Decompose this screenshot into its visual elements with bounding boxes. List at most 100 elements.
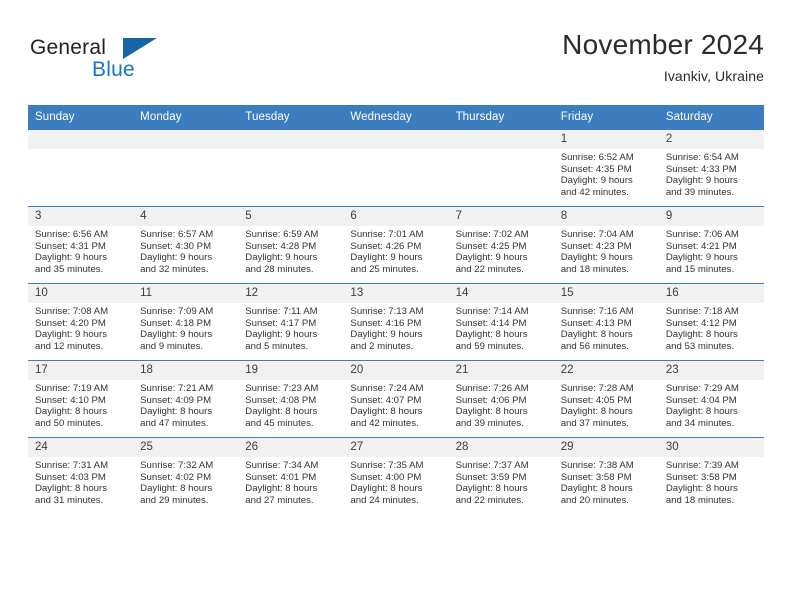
weekday-header-tuesday: Tuesday xyxy=(238,105,344,130)
calendar-day-cell[interactable]: 3 Sunrise: 6:56 AM Sunset: 4:31 PM Daylight… xyxy=(28,206,134,284)
calendar-day-cell[interactable]: 16 Sunrise: 7:18 AM Sunset: 4:12 PM Dayligh… xyxy=(658,283,764,361)
day-info-line: Daylight: 8 hours xyxy=(665,483,738,495)
day-number: 1 xyxy=(553,130,659,149)
day-number: 30 xyxy=(658,438,764,457)
calendar-day-cell[interactable]: 29 Sunrise: 7:38 AM Sunset: 3:58 PM Dayligh… xyxy=(553,437,659,514)
day-number: 3 xyxy=(28,207,134,226)
day-number: 9 xyxy=(658,207,764,226)
day-sun-info: Sunrise: 7:23 AM Sunset: 4:08 PM Daylight:… xyxy=(238,380,343,429)
calendar-day-cell[interactable]: 5 Sunrise: 6:59 AM Sunset: 4:28 PM Daylight… xyxy=(238,206,344,284)
day-info-line: Sunset: 3:58 PM xyxy=(560,471,632,483)
day-box: 11 Sunrise: 7:09 AM Sunset: 4:18 PM Dayligh… xyxy=(133,284,239,360)
day-info-line: and 27 minutes. xyxy=(245,494,314,506)
calendar-day-cell[interactable]: 13 Sunrise: 7:13 AM Sunset: 4:16 PM Dayligh… xyxy=(343,283,449,361)
day-box: 1 Sunrise: 6:52 AM Sunset: 4:35 PM Daylight… xyxy=(553,130,659,206)
calendar-day-cell[interactable]: 25 Sunrise: 7:32 AM Sunset: 4:02 PM Dayligh… xyxy=(133,437,239,514)
calendar-day-cell[interactable]: 2 Sunrise: 6:54 AM Sunset: 4:33 PM Daylight… xyxy=(658,129,764,207)
day-info-line: Sunset: 4:33 PM xyxy=(665,163,737,175)
day-number: 16 xyxy=(658,284,764,303)
day-box: 27 Sunrise: 7:35 AM Sunset: 4:00 PM Dayligh… xyxy=(343,438,449,514)
day-info-line: Daylight: 9 hours xyxy=(35,329,107,341)
day-info-line: Sunset: 4:00 PM xyxy=(350,471,422,483)
day-info-line: Sunrise: 6:52 AM xyxy=(560,152,634,163)
calendar-day-cell[interactable]: 23 Sunrise: 7:29 AM Sunset: 4:04 PM Dayligh… xyxy=(658,360,764,438)
calendar-day-cell[interactable]: 18 Sunrise: 7:21 AM Sunset: 4:09 PM Dayligh… xyxy=(133,360,239,438)
day-info-line: Sunset: 4:07 PM xyxy=(350,394,422,406)
day-number: 6 xyxy=(343,207,449,226)
calendar-day-cell[interactable]: 14 Sunrise: 7:14 AM Sunset: 4:14 PM Dayligh… xyxy=(448,283,554,361)
day-info-line: Sunrise: 7:24 AM xyxy=(350,383,424,394)
calendar-day-cell[interactable]: 30 Sunrise: 7:39 AM Sunset: 3:58 PM Dayligh… xyxy=(658,437,764,514)
calendar-day-cell[interactable]: 6 Sunrise: 7:01 AM Sunset: 4:26 PM Daylight… xyxy=(343,206,449,284)
calendar-day-cell[interactable]: 4 Sunrise: 6:57 AM Sunset: 4:30 PM Daylight… xyxy=(133,206,239,284)
day-sun-info: Sunrise: 7:09 AM Sunset: 4:18 PM Daylight:… xyxy=(133,303,238,352)
calendar-day-cell[interactable]: 1 Sunrise: 6:52 AM Sunset: 4:35 PM Daylight… xyxy=(553,129,659,207)
day-info-line: Sunrise: 7:14 AM xyxy=(455,306,529,317)
day-info-line: Sunrise: 7:39 AM xyxy=(665,460,739,471)
day-info-line: Daylight: 8 hours xyxy=(140,483,213,495)
day-info-line: Daylight: 8 hours xyxy=(665,329,738,341)
calendar-day-cell[interactable]: 21 Sunrise: 7:26 AM Sunset: 4:06 PM Dayligh… xyxy=(448,360,554,438)
calendar-day-cell[interactable]: 17 Sunrise: 7:19 AM Sunset: 4:10 PM Dayligh… xyxy=(28,360,134,438)
day-info-line: Sunset: 4:01 PM xyxy=(245,471,317,483)
calendar-day-cell[interactable]: 20 Sunrise: 7:24 AM Sunset: 4:07 PM Dayligh… xyxy=(343,360,449,438)
day-sun-info: Sunrise: 7:29 AM Sunset: 4:04 PM Daylight:… xyxy=(659,380,764,429)
sunrise-sunset-calendar: Sunday Monday Tuesday Wednesday Thursday Frid… xyxy=(28,105,764,514)
day-box xyxy=(448,130,554,206)
day-box: 26 Sunrise: 7:34 AM Sunset: 4:01 PM Dayligh… xyxy=(238,438,344,514)
calendar-day-cell[interactable]: 15 Sunrise: 7:16 AM Sunset: 4:13 PM Dayligh… xyxy=(553,283,659,361)
day-number: 2 xyxy=(658,130,764,149)
calendar-day-cell[interactable]: 19 Sunrise: 7:23 AM Sunset: 4:08 PM Dayligh… xyxy=(238,360,344,438)
calendar-day-cell[interactable]: 11 Sunrise: 7:09 AM Sunset: 4:18 PM Dayligh… xyxy=(133,283,239,361)
day-sun-info xyxy=(343,149,448,152)
day-info-line: and 42 minutes. xyxy=(350,417,419,429)
day-info-line: and 28 minutes. xyxy=(245,263,314,275)
day-info-line: Daylight: 9 hours xyxy=(665,252,738,264)
day-box: 2 Sunrise: 6:54 AM Sunset: 4:33 PM Daylight… xyxy=(658,130,764,206)
day-info-line: Daylight: 8 hours xyxy=(560,329,633,341)
calendar-day-cell-empty xyxy=(448,129,554,207)
day-box: 8 Sunrise: 7:04 AM Sunset: 4:23 PM Daylight… xyxy=(553,207,659,283)
day-info-line: Daylight: 9 hours xyxy=(560,175,633,187)
day-info-line: Sunrise: 7:28 AM xyxy=(560,383,634,394)
day-info-line: and 39 minutes. xyxy=(665,186,735,198)
day-info-line: and 50 minutes. xyxy=(35,417,104,429)
day-number: 28 xyxy=(448,438,554,457)
day-number: 19 xyxy=(238,361,344,380)
day-info-line: Daylight: 8 hours xyxy=(455,483,528,495)
day-number: 18 xyxy=(133,361,239,380)
calendar-day-cell[interactable]: 10 Sunrise: 7:08 AM Sunset: 4:20 PM Dayligh… xyxy=(28,283,134,361)
day-sun-info: Sunrise: 6:52 AM Sunset: 4:35 PM Daylight:… xyxy=(554,149,659,198)
calendar-day-cell[interactable]: 9 Sunrise: 7:06 AM Sunset: 4:21 PM Daylight… xyxy=(658,206,764,284)
day-info-line: Sunset: 4:09 PM xyxy=(140,394,212,406)
calendar-day-cell[interactable]: 28 Sunrise: 7:37 AM Sunset: 3:59 PM Dayligh… xyxy=(448,437,554,514)
day-box: 15 Sunrise: 7:16 AM Sunset: 4:13 PM Dayligh… xyxy=(553,284,659,360)
day-box: 30 Sunrise: 7:39 AM Sunset: 3:58 PM Dayligh… xyxy=(658,438,764,514)
day-info-line: Sunset: 4:26 PM xyxy=(350,240,422,252)
day-info-line: Sunrise: 7:09 AM xyxy=(140,306,214,317)
day-info-line: Daylight: 9 hours xyxy=(350,329,423,341)
page-header: General Blue November 2024 Ivankiv, Ukra… xyxy=(28,28,764,96)
calendar-day-cell[interactable]: 22 Sunrise: 7:28 AM Sunset: 4:05 PM Dayligh… xyxy=(553,360,659,438)
calendar-day-cell[interactable]: 24 Sunrise: 7:31 AM Sunset: 4:03 PM Dayligh… xyxy=(28,437,134,514)
calendar-day-cell[interactable]: 26 Sunrise: 7:34 AM Sunset: 4:01 PM Dayligh… xyxy=(238,437,344,514)
calendar-day-cell-empty xyxy=(238,129,344,207)
calendar-day-cell[interactable]: 7 Sunrise: 7:02 AM Sunset: 4:25 PM Daylight… xyxy=(448,206,554,284)
day-box: 24 Sunrise: 7:31 AM Sunset: 4:03 PM Dayligh… xyxy=(28,438,134,514)
day-number: 27 xyxy=(343,438,449,457)
general-blue-logo[interactable]: General Blue xyxy=(30,36,230,90)
calendar-week-row: 17 Sunrise: 7:19 AM Sunset: 4:10 PM Dayligh… xyxy=(28,360,764,438)
day-info-line: Sunset: 4:06 PM xyxy=(455,394,527,406)
day-info-line: Sunrise: 7:04 AM xyxy=(560,229,634,240)
day-info-line: and 9 minutes. xyxy=(140,340,204,352)
day-info-line: Daylight: 8 hours xyxy=(140,406,213,418)
calendar-day-cell[interactable]: 27 Sunrise: 7:35 AM Sunset: 4:00 PM Dayligh… xyxy=(343,437,449,514)
day-info-line: Sunrise: 7:02 AM xyxy=(455,229,529,240)
day-number: 23 xyxy=(658,361,764,380)
day-info-line: and 22 minutes. xyxy=(455,494,524,506)
calendar-day-cell[interactable]: 12 Sunrise: 7:11 AM Sunset: 4:17 PM Dayligh… xyxy=(238,283,344,361)
day-info-line: Sunset: 4:08 PM xyxy=(245,394,317,406)
calendar-day-cell[interactable]: 8 Sunrise: 7:04 AM Sunset: 4:23 PM Daylight… xyxy=(553,206,659,284)
weekday-header-row: Sunday Monday Tuesday Wednesday Thursday Frid… xyxy=(28,105,764,130)
day-info-line: Sunset: 4:02 PM xyxy=(140,471,212,483)
